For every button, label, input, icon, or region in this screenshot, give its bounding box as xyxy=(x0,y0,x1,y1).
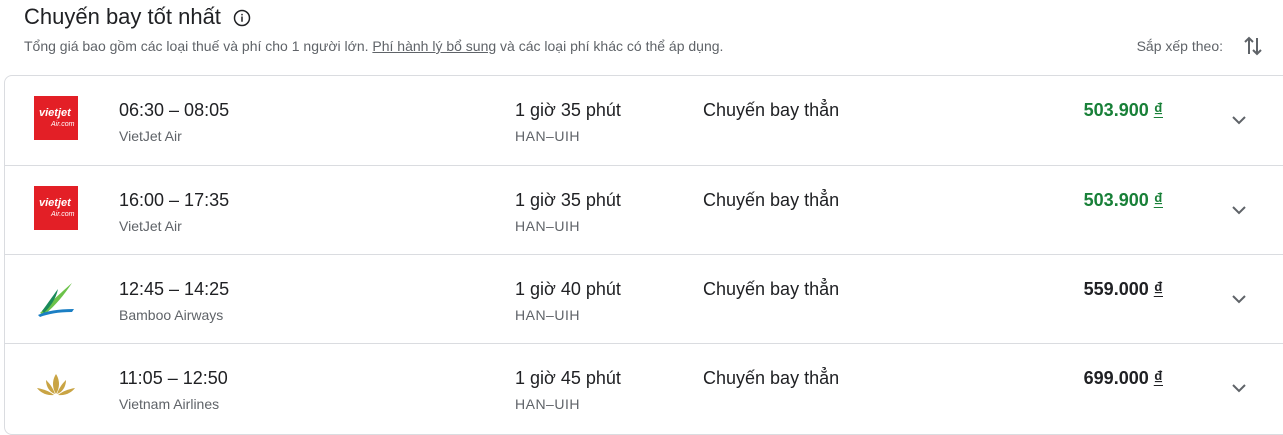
svg-text:Air.com: Air.com xyxy=(50,121,75,128)
sort-icon[interactable] xyxy=(1243,34,1263,58)
sort-control: Sắp xếp theo: xyxy=(1137,34,1283,58)
flight-times: 12:45 – 14:25 xyxy=(119,279,230,299)
chevron-down-icon[interactable] xyxy=(1227,287,1251,311)
price-value: 699.000 xyxy=(1083,368,1149,388)
flight-row[interactable]: vietjet Air.com 06:30 – 08:05 VietJet Ai… xyxy=(5,76,1283,165)
currency-symbol: ₫ xyxy=(1153,368,1163,388)
bamboo-logo xyxy=(38,283,74,317)
flight-price: 699.000 ₫ xyxy=(1084,368,1163,389)
page-title: Chuyến bay tốt nhất xyxy=(24,4,221,29)
flight-list: vietjet Air.com 06:30 – 08:05 VietJet Ai… xyxy=(4,75,1283,435)
flight-duration: 1 giờ 35 phút xyxy=(515,100,621,120)
chevron-down-icon[interactable] xyxy=(1227,376,1251,400)
price-value: 503.900 xyxy=(1083,100,1149,120)
flight-route: HAN–UIH xyxy=(515,128,580,144)
info-icon[interactable] xyxy=(233,9,251,27)
flight-duration: 1 giờ 45 phút xyxy=(515,368,621,388)
svg-text:Air.com: Air.com xyxy=(50,211,75,218)
logo-wordmark: vietjet xyxy=(39,107,72,119)
flight-price: 503.900 ₫ xyxy=(1084,100,1163,121)
flight-stops: Chuyến bay thẳn xyxy=(703,100,840,120)
currency-symbol: ₫ xyxy=(1153,279,1163,299)
chevron-down-icon[interactable] xyxy=(1227,108,1251,132)
chevron-down-icon[interactable] xyxy=(1227,198,1251,222)
flight-route: HAN–UIH xyxy=(515,307,580,323)
baggage-fees-link[interactable]: Phí hành lý bổ sung xyxy=(372,38,496,54)
flight-route: HAN–UIH xyxy=(515,396,580,412)
flight-stops: Chuyến bay thẳn xyxy=(703,279,840,299)
flight-times: 11:05 – 12:50 xyxy=(119,368,228,388)
currency-symbol: ₫ xyxy=(1153,100,1163,120)
currency-symbol: ₫ xyxy=(1153,190,1163,210)
flight-times: 16:00 – 17:35 xyxy=(119,190,230,210)
flight-duration: 1 giờ 35 phút xyxy=(515,190,621,210)
flight-row[interactable]: 12:45 – 14:25 Bamboo Airways 1 giờ 40 ph… xyxy=(5,254,1283,344)
vietnam-airlines-logo xyxy=(37,374,75,396)
airline-name: VietJet Air xyxy=(119,218,182,234)
airline-name: Vietnam Airlines xyxy=(119,396,220,412)
flight-price: 503.900 ₫ xyxy=(1084,190,1163,211)
airline-name: VietJet Air xyxy=(119,128,182,144)
sort-label: Sắp xếp theo: xyxy=(1136,38,1223,54)
flight-stops: Chuyến bay thẳn xyxy=(703,368,840,388)
vietjet-logo: vietjet Air.com xyxy=(34,186,78,230)
flight-duration: 1 giờ 40 phút xyxy=(515,279,621,299)
disclaimer-text-before: Tổng giá bao gồm các loại thuế và phí ch… xyxy=(24,38,373,54)
flight-row[interactable]: vietjet Air.com 16:00 – 17:35 VietJet Ai… xyxy=(5,165,1283,255)
price-value: 503.900 xyxy=(1083,190,1149,210)
price-disclaimer: Tổng giá bao gồm các loại thuế và phí ch… xyxy=(24,38,723,54)
flight-price: 559.000 ₫ xyxy=(1084,279,1163,300)
price-value: 559.000 xyxy=(1083,279,1149,299)
flight-row[interactable]: 11:05 – 12:50 Vietnam Airlines 1 giờ 45 … xyxy=(5,343,1283,433)
flight-route: HAN–UIH xyxy=(515,218,580,234)
title-row: Chuyến bay tốt nhất xyxy=(24,4,251,30)
disclaimer-text-after: và các loại phí khác có thể áp dụng. xyxy=(496,38,724,54)
airline-name: Bamboo Airways xyxy=(119,307,224,323)
flight-times: 06:30 – 08:05 xyxy=(119,100,230,120)
flight-stops: Chuyến bay thẳn xyxy=(703,190,840,210)
logo-wordmark: vietjet xyxy=(39,197,72,209)
results-header: Chuyến bay tốt nhất Tổng giá bao gồm các… xyxy=(24,0,1283,70)
vietjet-logo: vietjet Air.com xyxy=(34,96,78,140)
